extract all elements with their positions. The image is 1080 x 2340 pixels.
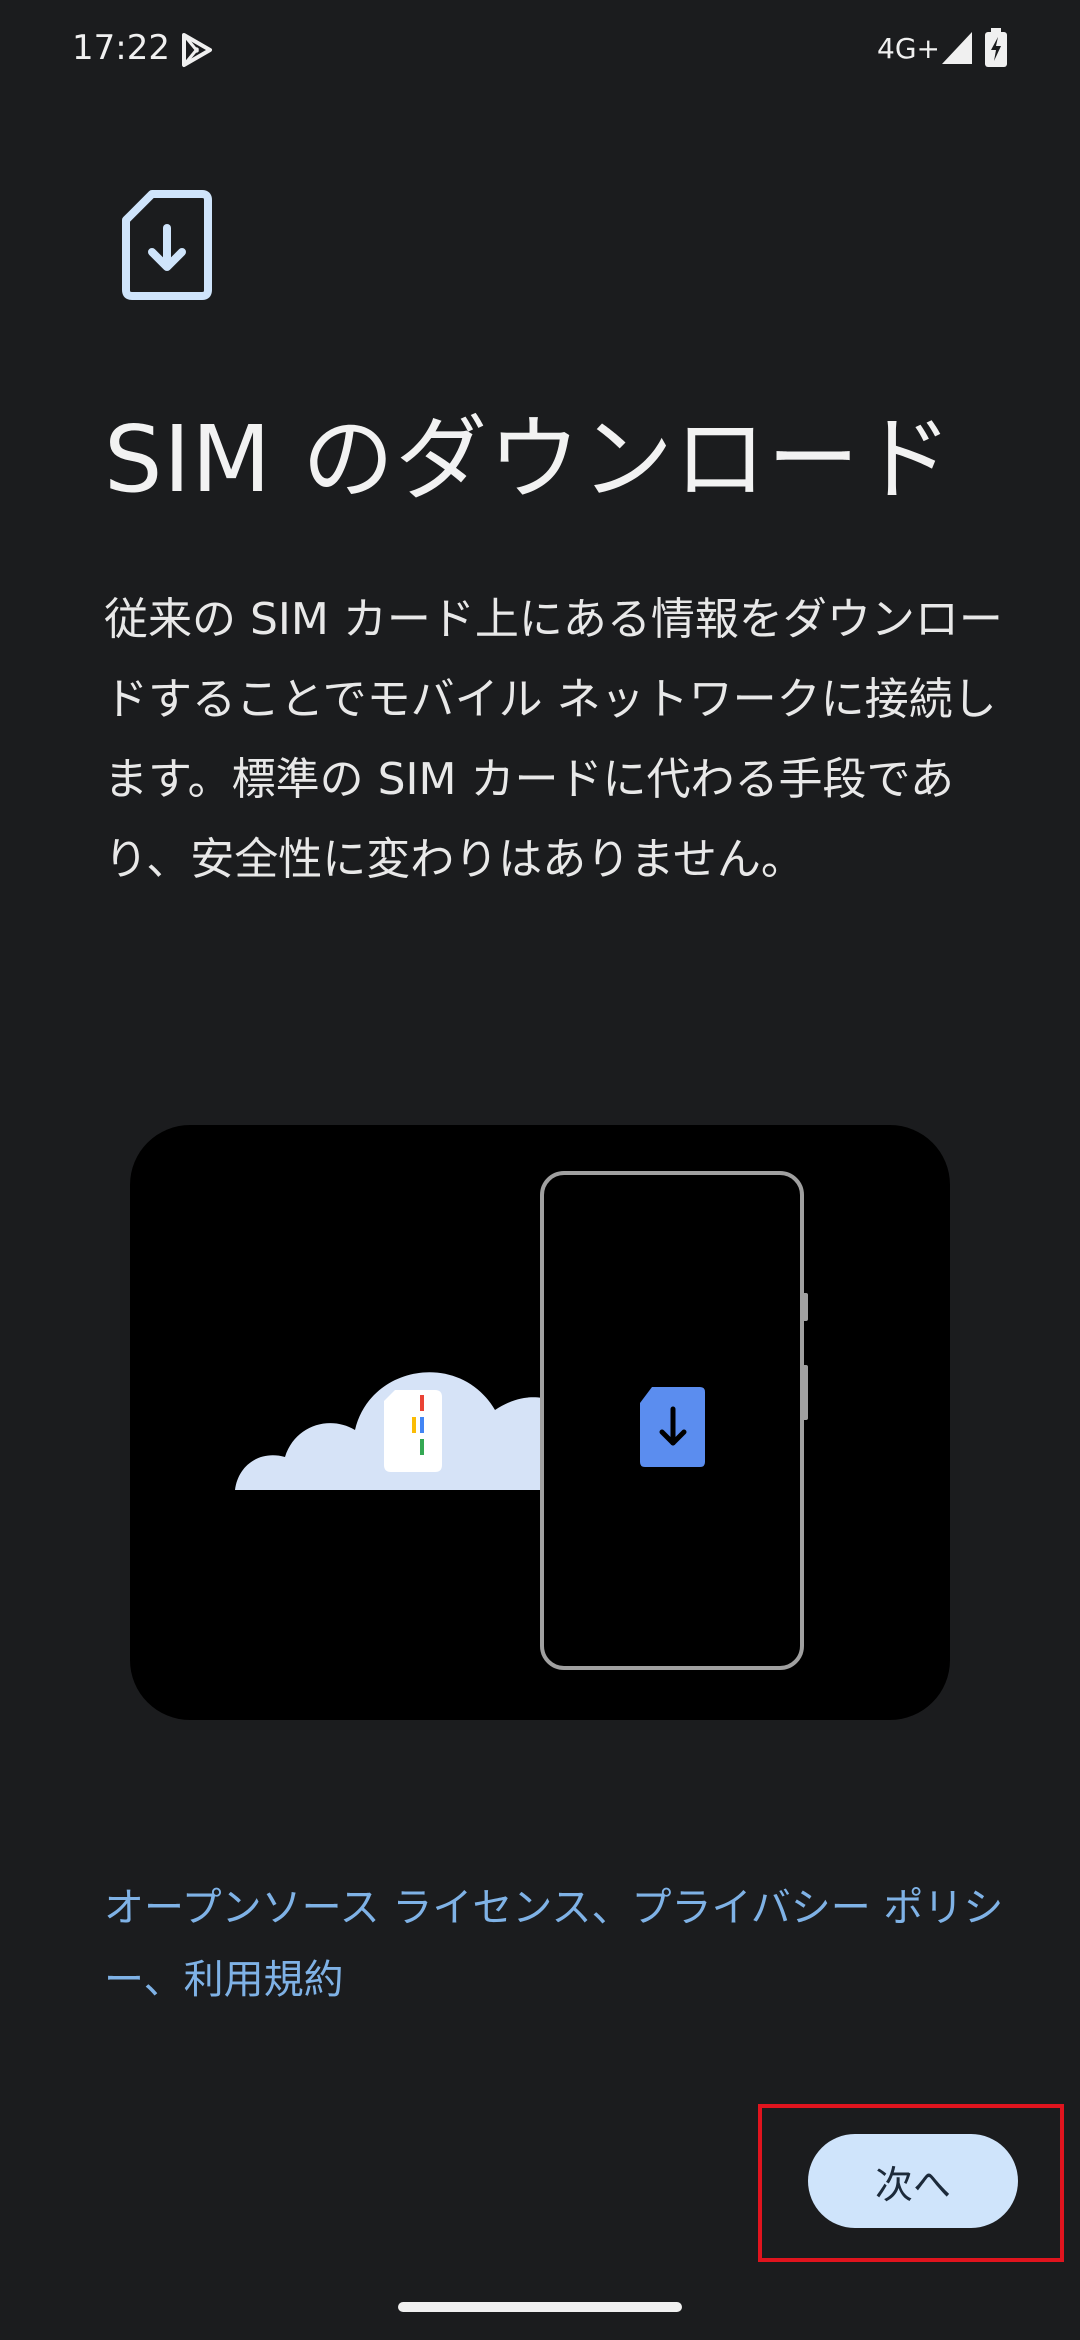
sim-download-icon <box>640 1387 705 1467</box>
screen: 17:22 4G+ SIM のダウンロード 従来の SIM カード上にある情報を… <box>0 0 1080 2340</box>
legal-links: オープンソース ライセンス、プライバシー ポリシー、利用規約 <box>104 1872 1004 2016</box>
battery-charging-icon <box>985 28 1007 67</box>
status-time: 17:22 <box>72 28 170 68</box>
sim-card-icon <box>384 1390 442 1472</box>
network-type-label: 4G+ <box>877 32 940 65</box>
separator: 、 <box>143 1957 184 2003</box>
terms-of-service-link[interactable]: 利用規約 <box>184 1957 344 2003</box>
play-icon <box>182 33 212 67</box>
separator: 、 <box>591 1885 632 1931</box>
description-text: 従来の SIM カード上にある情報をダウンロードすることでモバイル ネットワーク… <box>104 594 1003 885</box>
next-button[interactable]: 次へ <box>808 2134 1018 2228</box>
status-bar: 17:22 4G+ <box>0 0 1080 100</box>
home-indicator[interactable] <box>398 2302 682 2312</box>
open-source-license-link[interactable]: オープンソース ライセンス <box>104 1885 592 1931</box>
sim-download-icon <box>122 190 212 300</box>
illustration <box>130 1125 950 1720</box>
page-title: SIM のダウンロード <box>104 406 954 513</box>
signal-icon <box>942 32 972 64</box>
